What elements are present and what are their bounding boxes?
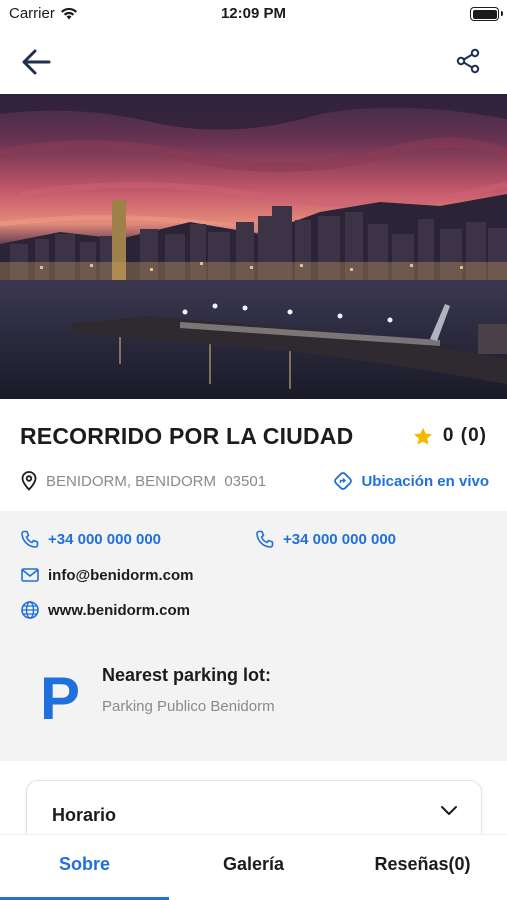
location-row: BENIDORM, BENIDORM 03501 Ubicación en vi… bbox=[20, 466, 489, 496]
email[interactable]: info@benidorm.com bbox=[20, 565, 193, 585]
parking-name: Parking Publico Benidorm bbox=[102, 698, 275, 715]
website-url[interactable]: www.benidorm.com bbox=[48, 602, 190, 619]
tab-about[interactable]: Sobre bbox=[0, 835, 169, 900]
tab-reviews[interactable]: Reseñas(0) bbox=[338, 835, 507, 900]
chevron-down-icon[interactable] bbox=[439, 803, 459, 817]
live-location-link[interactable]: Ubicación en vivo bbox=[333, 471, 489, 491]
battery-icon bbox=[470, 7, 503, 21]
phone-icon bbox=[256, 530, 274, 548]
back-button[interactable] bbox=[16, 42, 56, 82]
schedule-label: Horario bbox=[52, 805, 117, 825]
title-row: RECORRIDO POR LA CIUDAD 0 (0) bbox=[20, 418, 487, 454]
share-button[interactable] bbox=[451, 44, 485, 78]
place-title: RECORRIDO POR LA CIUDAD bbox=[20, 422, 354, 449]
arrow-left-icon bbox=[22, 49, 51, 75]
parking-title: Nearest parking lot: bbox=[102, 665, 272, 685]
live-location-label: Ubicación en vivo bbox=[361, 472, 489, 490]
phone-1[interactable]: +34 000 000 000 bbox=[20, 529, 161, 549]
clock: 12:09 PM bbox=[220, 5, 287, 22]
parking-info[interactable]: P Nearest parking lot: Parking Publico B… bbox=[40, 661, 275, 729]
phone-1-number[interactable]: +34 000 000 000 bbox=[48, 531, 161, 548]
address-text: BENIDORM, BENIDORM 03501 bbox=[46, 472, 267, 490]
globe-icon bbox=[21, 601, 39, 619]
phone-icon bbox=[21, 530, 39, 548]
nav-bar bbox=[0, 30, 507, 94]
share-icon bbox=[456, 48, 480, 74]
rating-value: 0 (0) bbox=[442, 425, 487, 446]
map-pin-icon bbox=[21, 471, 37, 491]
email-address[interactable]: info@benidorm.com bbox=[48, 567, 193, 584]
website[interactable]: www.benidorm.com bbox=[20, 600, 190, 620]
mail-icon bbox=[21, 568, 39, 582]
hero-image bbox=[0, 94, 507, 399]
phone-2[interactable]: +34 000 000 000 bbox=[255, 529, 396, 549]
contact-section: +34 000 000 000 +34 000 000 000 info@ben… bbox=[0, 511, 507, 761]
directions-icon bbox=[334, 472, 353, 490]
phone-2-number[interactable]: +34 000 000 000 bbox=[283, 531, 396, 548]
parking-icon: P bbox=[40, 665, 81, 732]
address: BENIDORM, BENIDORM 03501 bbox=[20, 471, 266, 491]
rating[interactable]: 0 (0) bbox=[413, 425, 487, 447]
status-bar: Carrier 12:09 PM bbox=[0, 0, 507, 30]
city-skyline-photo bbox=[0, 94, 507, 399]
star-icon bbox=[413, 427, 432, 445]
tab-gallery[interactable]: Galería bbox=[169, 835, 338, 900]
tab-bar: Sobre Galería Reseñas(0) bbox=[0, 834, 507, 900]
